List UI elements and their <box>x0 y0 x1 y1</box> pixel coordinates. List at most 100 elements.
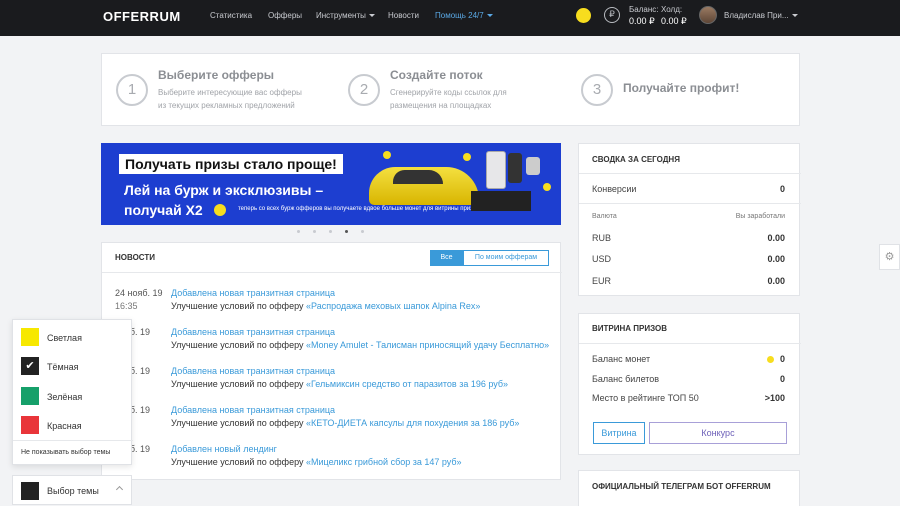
news-prefix: Улучшение условий по офферу <box>171 418 306 428</box>
conversions-value: 0 <box>779 184 785 194</box>
filter-all-button[interactable]: Все <box>430 250 463 266</box>
news-offer-link[interactable]: «Распродажа меховых шапок Alpina Rex» <box>306 301 480 311</box>
step-1-desc-2: из текущих рекламных предложений <box>158 101 295 110</box>
carousel-dot[interactable] <box>329 230 332 233</box>
carousel-dot-active[interactable] <box>345 230 348 233</box>
user-name: Владислав При... <box>724 11 789 20</box>
news-text: Улучшение условий по офферу «Гельмиксин … <box>171 379 508 389</box>
logo[interactable]: OFFERRUM <box>103 9 181 24</box>
news-offer-link[interactable]: «Мицеликс грибной сбор за 147 руб» <box>306 457 462 467</box>
news-link[interactable]: Добавлена новая транзитная страница <box>171 327 335 337</box>
news-offer-link[interactable]: «КЕТО-ДИЕТА капсулы для похудения за 186… <box>306 418 519 428</box>
hold-label: Холд: <box>661 5 683 14</box>
currency-label: USD <box>592 254 612 264</box>
theme-select-button[interactable]: Выбор темы <box>12 475 132 505</box>
showcase-button[interactable]: Витрина <box>593 422 645 444</box>
hide-theme-picker-link[interactable]: Не показывать выбор темы <box>21 449 110 456</box>
carousel-dot[interactable] <box>361 230 364 233</box>
user-menu[interactable]: Владислав При... <box>724 11 798 20</box>
currency-label: RUB <box>592 233 612 243</box>
watch-image <box>526 157 540 175</box>
summary-card: СВОДКА ЗА СЕГОДНЯ Конверсии 0 Валюта Вы … <box>578 143 801 296</box>
news-prefix: Улучшение условий по офферу <box>171 301 306 311</box>
news-link[interactable]: Добавлена новая транзитная страница <box>171 288 335 298</box>
news-prefix: Улучшение условий по офферу <box>171 457 306 467</box>
coin-icon <box>766 356 774 364</box>
conversions-label: Конверсии <box>592 184 637 194</box>
contest-button[interactable]: Конкурс <box>649 422 787 444</box>
coins-label: Баланс монет <box>592 354 651 364</box>
currency-header: Валюта <box>592 213 617 220</box>
news-item: нояб. 19 4 Добавлена новая транзитная ст… <box>102 366 562 402</box>
avatar[interactable] <box>699 6 717 24</box>
balance-value: 0.00 ₽ <box>629 16 655 26</box>
currency-value: 0.00 <box>767 254 785 264</box>
banner-small-text: теперь со всех бурж офферов вы получаете… <box>238 206 480 212</box>
step-1-title: Выберите офферы <box>158 68 275 82</box>
news-offer-link[interactable]: «Money Amulet - Талисман приносящий удач… <box>306 340 549 350</box>
hold-value: 0.00 ₽ <box>661 16 687 26</box>
chevron-down-icon <box>368 14 375 18</box>
news-link[interactable]: Добавлена новая транзитная страница <box>171 405 335 415</box>
car-window <box>393 170 443 184</box>
step-3-title: Получайте профит! <box>623 81 740 95</box>
tickets-label: Баланс билетов <box>592 374 660 384</box>
step-2-desc-2: размещения на площадках <box>390 101 492 110</box>
theme-option-dark[interactable]: ✔ Тёмная <box>21 357 131 377</box>
theme-option-light[interactable]: Светлая <box>21 328 131 348</box>
ruble-icon: ₽ <box>604 7 620 23</box>
summary-title: СВОДКА ЗА СЕГОДНЯ <box>592 155 680 164</box>
nav-news[interactable]: Новости <box>388 11 419 20</box>
step-3-number: 3 <box>581 74 613 106</box>
nav-tools[interactable]: Инструменты <box>316 11 375 20</box>
news-link[interactable]: Добавлена новая транзитная страница <box>171 366 335 376</box>
current-theme-swatch <box>21 482 39 500</box>
news-offer-link[interactable]: «Гельмиксин средство от паразитов за 196… <box>306 379 508 389</box>
news-text: Улучшение условий по офферу «Мицеликс гр… <box>171 457 462 467</box>
theme-label: Светлая <box>47 333 82 343</box>
divider <box>579 173 801 174</box>
theme-option-green[interactable]: Зелёная <box>21 387 131 407</box>
divider <box>579 343 801 344</box>
theme-option-red[interactable]: Красная <box>21 416 131 436</box>
nav-help-label: Помощь 24/7 <box>435 11 484 20</box>
divider <box>102 272 562 273</box>
currency-value: 0.00 <box>767 276 785 286</box>
tickets-value: 0 <box>779 374 785 384</box>
carousel-dot[interactable] <box>297 230 300 233</box>
theme-label: Зелёная <box>47 392 83 402</box>
prizes-card: ВИТРИНА ПРИЗОВ Баланс монет 0 Баланс бил… <box>578 313 801 455</box>
rating-value: >100 <box>764 393 785 403</box>
news-prefix: Улучшение условий по офферу <box>171 340 306 350</box>
gear-icon[interactable]: ⚙ <box>879 244 900 270</box>
filter-my-offers-button[interactable]: По моим офферам <box>463 250 549 266</box>
nav-statistics[interactable]: Статистика <box>210 11 252 20</box>
news-text: Улучшение условий по офферу «Распродажа … <box>171 301 480 311</box>
phone-image-2 <box>508 153 522 183</box>
swatch-green <box>21 387 39 405</box>
news-link[interactable]: Добавлен новый лендинг <box>171 444 277 454</box>
promo-banner[interactable]: Получать призы стало проще! Лей на бурж … <box>101 143 561 225</box>
telegram-title: ОФИЦИАЛЬНЫЙ ТЕЛЕГРАМ БОТ OFFERRUM <box>592 482 771 491</box>
theme-picker-panel: Светлая ✔ Тёмная Зелёная Красная Не пока… <box>12 319 133 465</box>
step-2-title: Создайте поток <box>390 68 483 82</box>
nav-help[interactable]: Помощь 24/7 <box>435 11 493 20</box>
carousel-dot[interactable] <box>313 230 316 233</box>
banner-line-1: Лей на бурж и эксклюзивы – <box>124 182 324 198</box>
coin-icon[interactable] <box>576 8 591 23</box>
news-item: нояб. 19 4 Добавлена новая транзитная ст… <box>102 327 562 363</box>
news-card: НОВОСТИ Все По моим офферам 24 нояб. 19 … <box>101 242 562 480</box>
telegram-card: ОФИЦИАЛЬНЫЙ ТЕЛЕГРАМ БОТ OFFERRUM <box>578 470 800 506</box>
step-1-number: 1 <box>116 74 148 106</box>
news-item: 24 нояб. 19 16:35 Добавлена новая транзи… <box>102 288 562 324</box>
coin-icon <box>463 153 471 161</box>
nav-tools-label: Инструменты <box>316 11 366 20</box>
nav-offers[interactable]: Офферы <box>268 11 302 20</box>
chevron-down-icon <box>791 14 798 18</box>
earned-header: Вы заработали <box>735 213 785 220</box>
console-image <box>471 191 531 211</box>
currency-label: EUR <box>592 276 612 286</box>
rating-label: Место в рейтинге ТОП 50 <box>592 393 699 403</box>
coins-value: 0 <box>766 354 785 364</box>
swatch-red <box>21 416 39 434</box>
